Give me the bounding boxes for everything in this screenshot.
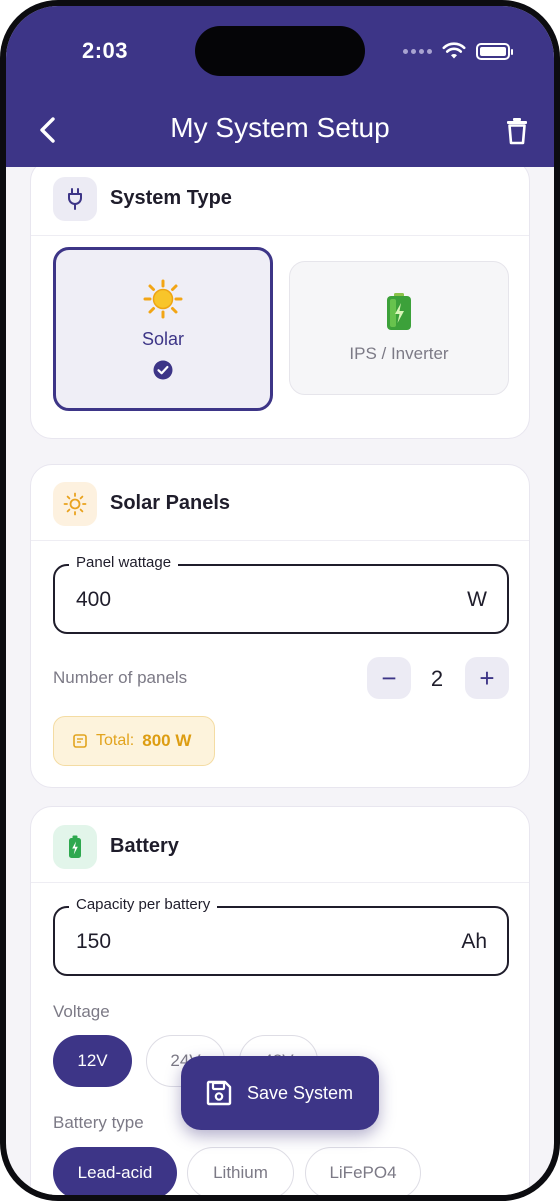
battery-charging-icon xyxy=(53,825,97,869)
phone-frame: 2:03 My System Setup System Type Solar I… xyxy=(0,0,560,1201)
app-screen: 2:03 My System Setup System Type Solar I… xyxy=(6,6,554,1195)
card-title: Battery xyxy=(110,835,179,857)
trash-icon xyxy=(507,118,527,145)
save-system-button[interactable]: Save System xyxy=(181,1056,379,1130)
status-time: 2:03 xyxy=(82,38,129,63)
sun-icon xyxy=(143,279,183,318)
battery-type-label: Battery type xyxy=(53,1113,144,1132)
solar-option-label: Solar xyxy=(141,328,185,349)
solar-panels-card: Solar Panels Panel wattage 400 W Number … xyxy=(30,464,530,788)
total-value: 800 W xyxy=(142,731,192,750)
battery-type-lithium[interactable]: Lithium xyxy=(187,1147,294,1195)
card-header: System Type xyxy=(31,167,529,236)
battery-card: Battery Capacity per battery 150 Ah Volt… xyxy=(30,806,530,1195)
battery-icon xyxy=(387,293,411,330)
card-header: Solar Panels xyxy=(31,465,529,541)
card-header: Battery xyxy=(31,807,529,883)
total-wattage-badge: Total: 800 W xyxy=(53,716,215,766)
dynamic-island xyxy=(195,26,365,76)
system-type-ips-option[interactable]: IPS / Inverter xyxy=(289,261,509,395)
increment-button[interactable]: + xyxy=(465,657,509,699)
capacity-field[interactable]: Capacity per battery 150 Ah xyxy=(53,896,509,976)
field-label: Capacity per battery xyxy=(69,896,218,913)
unit-suffix: Ah xyxy=(461,930,487,953)
panel-count-label: Number of panels xyxy=(53,668,188,687)
unit-suffix: W xyxy=(467,588,487,611)
voltage-label: Voltage xyxy=(53,1002,110,1021)
card-title: Solar Panels xyxy=(110,492,231,514)
card-title: System Type xyxy=(110,187,232,209)
total-label: Total: xyxy=(96,732,135,749)
decrement-button[interactable]: − xyxy=(367,657,411,699)
battery-status-icon xyxy=(476,42,513,60)
page-title: My System Setup xyxy=(170,112,390,143)
panel-count-value: 2 xyxy=(430,666,444,691)
cellular-icon xyxy=(403,48,432,54)
check-circle-icon xyxy=(153,360,173,379)
delete-button[interactable] xyxy=(502,114,532,148)
field-label: Panel wattage xyxy=(69,554,179,571)
system-type-solar-option[interactable]: Solar xyxy=(53,247,273,411)
system-type-card: System Type Solar IPS / Inverter xyxy=(30,167,530,439)
sun-outline-icon xyxy=(53,482,97,526)
app-header: 2:03 My System Setup xyxy=(6,6,554,167)
panel-wattage-value[interactable]: 400 xyxy=(76,588,111,612)
capacity-value[interactable]: 150 xyxy=(76,930,111,954)
status-icons xyxy=(403,42,513,60)
save-button-label: Save System xyxy=(247,1082,354,1103)
ips-option-label: IPS / Inverter xyxy=(349,344,449,363)
panel-wattage-field[interactable]: Panel wattage 400 W xyxy=(53,554,509,634)
panel-icon xyxy=(73,734,87,748)
voltage-option-12v[interactable]: 12V xyxy=(53,1035,132,1087)
scroll-content[interactable]: System Type Solar IPS / Inverter Solar P… xyxy=(6,167,554,1195)
battery-type-lifepo4[interactable]: LiFePO4 xyxy=(305,1147,421,1195)
plug-icon xyxy=(53,177,97,221)
save-icon xyxy=(206,1080,232,1106)
battery-type-lead-acid[interactable]: Lead-acid xyxy=(53,1147,177,1195)
wifi-icon xyxy=(442,42,466,59)
